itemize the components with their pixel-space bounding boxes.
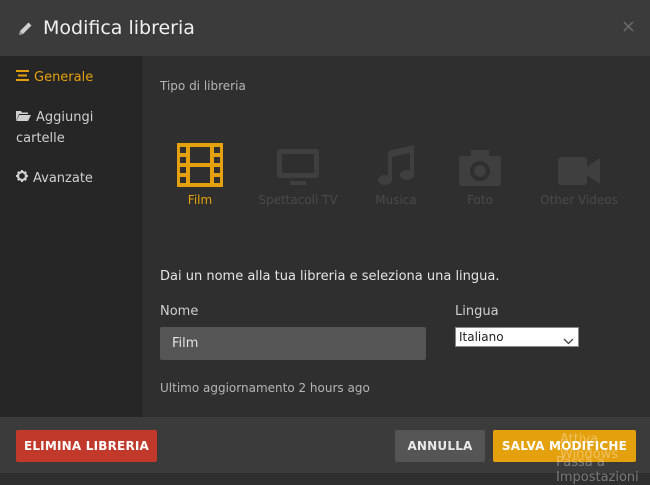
gear-icon: [16, 168, 28, 189]
library-name-input[interactable]: [160, 327, 426, 360]
sidebar-item-generale[interactable]: Generale: [16, 67, 93, 88]
sidebar-item-label: cartelle: [16, 131, 65, 146]
pencil-icon: [15, 18, 35, 38]
last-updated-text: Ultimo aggiornamento 2 hours ago: [160, 381, 370, 395]
camera-icon: [435, 141, 525, 187]
sidebar-item-avanzate[interactable]: Avanzate: [16, 168, 93, 189]
tv-icon: [253, 141, 343, 187]
sidebar-item-label: Avanzate: [33, 171, 93, 186]
dialog-header: Modifica libreria ×: [0, 0, 650, 56]
folder-open-icon: [16, 107, 31, 128]
type-option-spettacoli-tv[interactable]: Spettacoli TV: [253, 141, 343, 207]
chevron-down-icon: [563, 332, 574, 350]
language-select[interactable]: Italiano: [455, 327, 579, 347]
type-option-film[interactable]: Film: [155, 141, 245, 207]
type-label: Musica: [375, 193, 417, 207]
type-label: Spettacoli TV: [258, 193, 338, 207]
type-option-musica[interactable]: Musica: [351, 141, 441, 207]
cancel-button[interactable]: ANNULLA: [395, 430, 485, 462]
library-type-label: Tipo di libreria: [160, 79, 246, 93]
type-option-foto[interactable]: Foto: [435, 141, 525, 207]
sidebar-item-label: Generale: [34, 70, 94, 85]
name-label: Nome: [160, 304, 199, 319]
list-icon: [16, 67, 29, 88]
dialog-footer: ELIMINA LIBRERIA ANNULLA SALVA MODIFICHE: [0, 417, 650, 473]
type-label: Foto: [467, 193, 493, 207]
type-option-other-videos[interactable]: Other Videos: [534, 141, 624, 207]
sidebar-item-label: Aggiungi: [36, 110, 94, 125]
dialog-title: Modifica libreria: [43, 17, 195, 39]
form-prompt: Dai un nome alla tua libreria e selezion…: [160, 269, 500, 284]
main-content: Tipo di libreria Film Spettacoli TV Musi…: [142, 56, 650, 417]
film-icon: [155, 141, 245, 187]
close-icon[interactable]: ×: [621, 16, 636, 37]
music-icon: [351, 141, 441, 187]
type-label: Other Videos: [540, 193, 618, 207]
video-camera-icon: [534, 141, 624, 187]
language-select-value: Italiano: [459, 330, 504, 344]
sidebar-item-aggiungi-cartelle[interactable]: Aggiungi cartelle: [16, 107, 93, 149]
type-label: Film: [187, 193, 213, 207]
save-changes-button[interactable]: SALVA MODIFICHE: [493, 430, 636, 462]
sidebar: Generale Aggiungi cartelle Avanzate: [0, 56, 142, 417]
delete-library-button[interactable]: ELIMINA LIBRERIA: [16, 430, 157, 462]
language-label: Lingua: [455, 304, 499, 319]
